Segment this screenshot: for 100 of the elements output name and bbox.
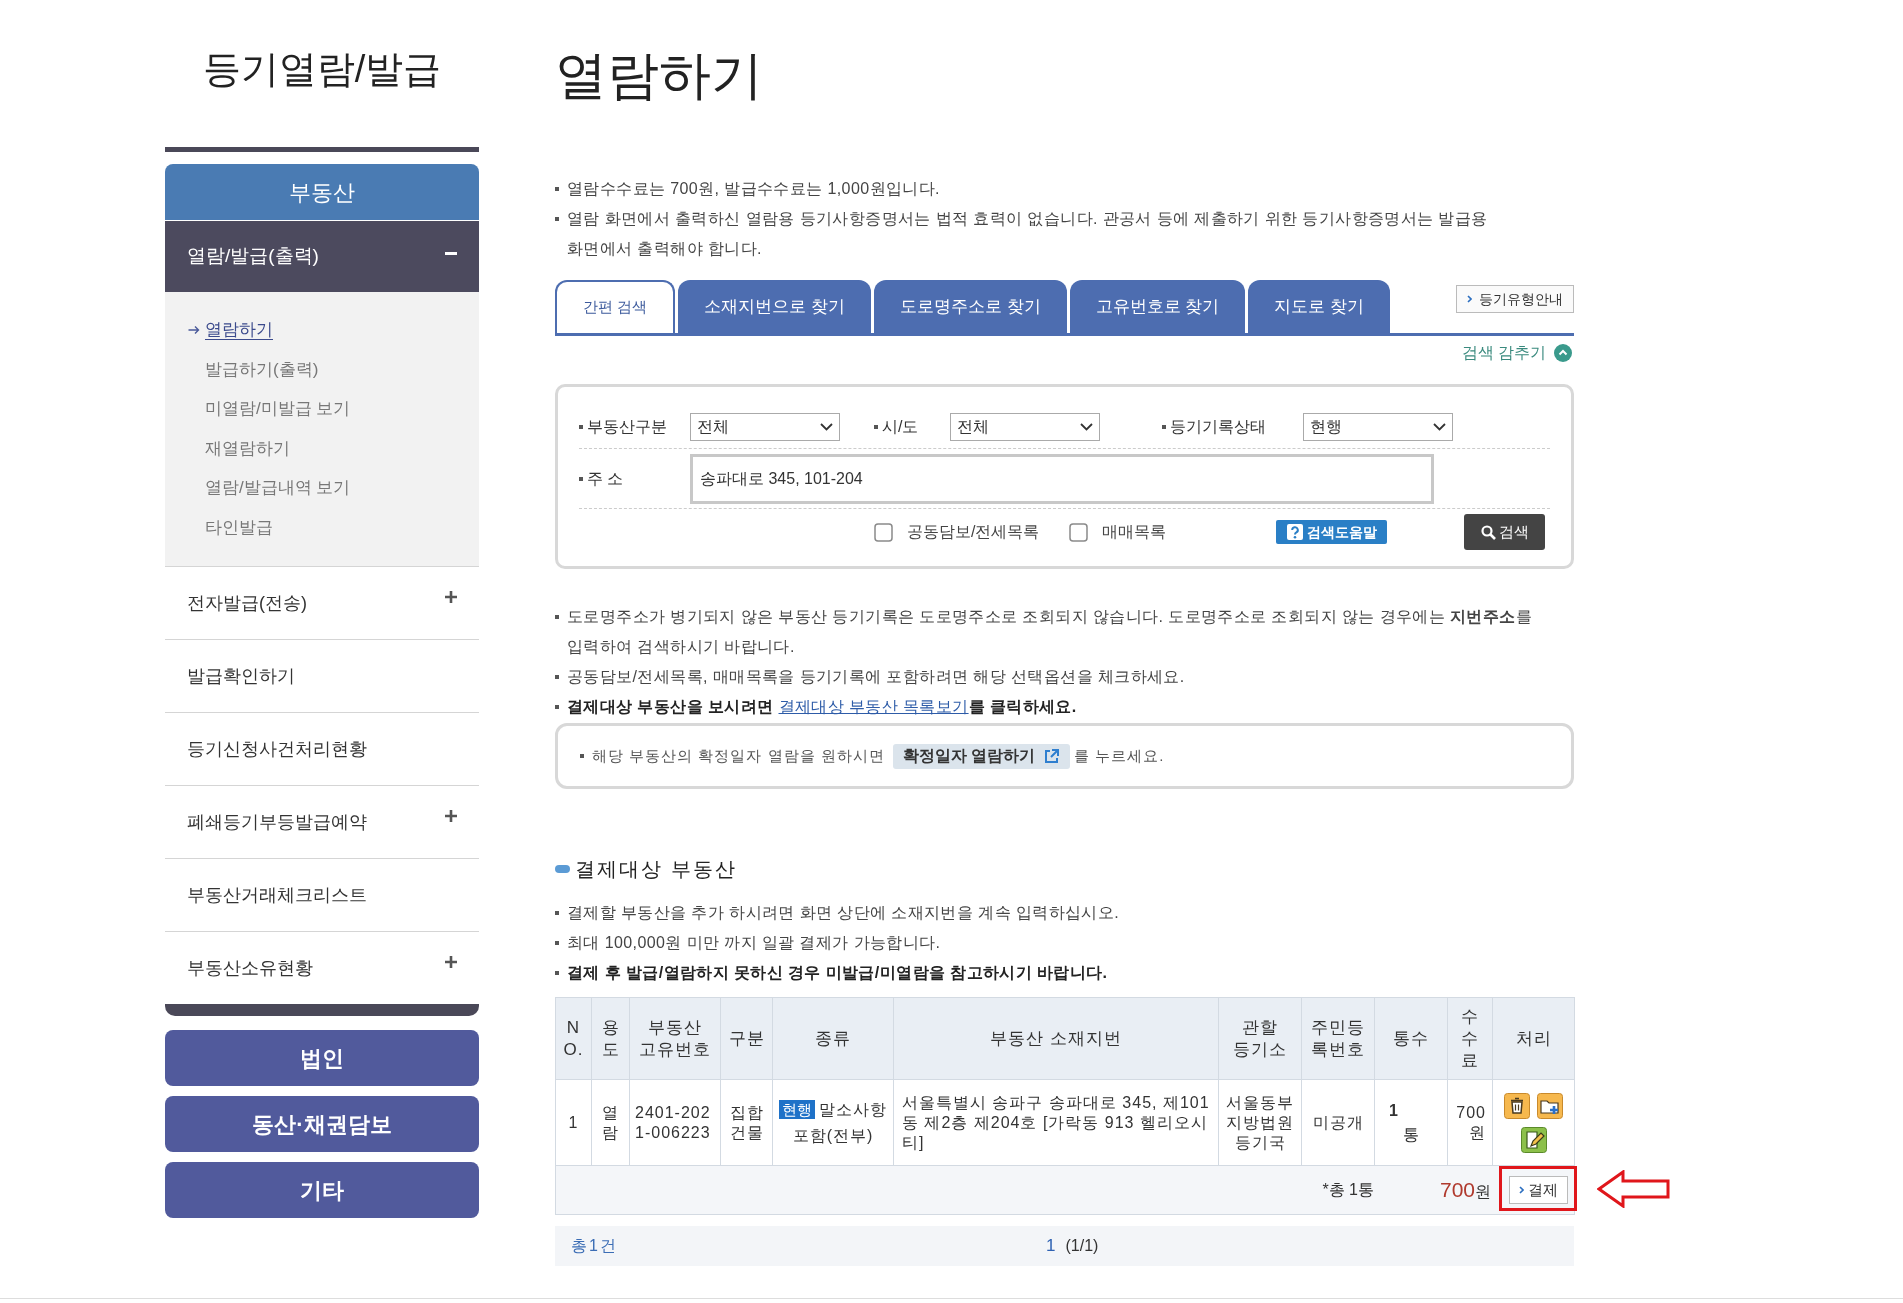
total-count: *총 1통 [1322, 1180, 1374, 1200]
notice-text: 결제대상 부동산을 보시려면 결제대상 부동산 목록보기 를 클릭하세요. [567, 697, 1077, 717]
column-header: 용도 [591, 997, 630, 1080]
confirm-date-button[interactable]: 확정일자 열람하기 [892, 743, 1071, 769]
submenu-link[interactable]: 열람/발급내역 보기 [205, 475, 351, 501]
tab[interactable]: 지도로 찾기 [1248, 280, 1391, 333]
help-button[interactable]: 검색도움말 [1276, 520, 1387, 544]
category-button[interactable]: 법인 [165, 1030, 479, 1086]
chevron-right-icon [1519, 1186, 1524, 1194]
category-button[interactable]: 동산·채권담보 [165, 1096, 479, 1152]
search-button[interactable]: 검색 [1464, 514, 1545, 550]
column-header: 관할 등기소 [1218, 997, 1302, 1080]
folder-plus-icon[interactable] [1537, 1092, 1563, 1119]
bullet-icon [555, 615, 559, 619]
plus-icon [445, 810, 457, 822]
section-title: 결제대상 부동산 [575, 857, 737, 882]
dropdown[interactable]: 전체 [950, 413, 1100, 441]
page-info: (1/1) [1065, 1236, 1099, 1256]
tab[interactable]: 도로명주소로 찾기 [873, 280, 1067, 333]
field-label: 시/도 [882, 417, 919, 437]
category-tab[interactable]: 부동산 [165, 164, 479, 220]
notice-text: 열람수수료는 700원, 발급수수료는 1,000원입니다. [567, 179, 940, 199]
table-cell: 서울동부지방법원등기국 [1218, 1079, 1302, 1166]
field-label: 등기기록상태 [1170, 417, 1266, 437]
chevron-down-icon [1080, 423, 1093, 431]
table-cell-text: 1 [1388, 1100, 1399, 1121]
external-link-icon [1043, 747, 1061, 765]
sidebar-title: 등기열람/발급 [201, 47, 443, 92]
menu-item[interactable]: 열람/발급(출력) [165, 221, 479, 292]
submenu-link[interactable]: 타인발급 [205, 514, 273, 540]
bullet-icon [555, 187, 559, 191]
left-arrow-icon [1597, 1170, 1670, 1208]
table-cell: 2401-2021-006223 [629, 1079, 721, 1166]
plus-icon [445, 956, 457, 968]
tab[interactable]: 간편 검색 [555, 280, 676, 333]
bullet-icon [555, 971, 559, 975]
chevron-right-icon [1467, 295, 1472, 303]
column-header: 부동산 소재지번 [893, 997, 1219, 1080]
trash-icon[interactable] [1504, 1092, 1530, 1119]
hide-search-button[interactable]: 검색 감추기 [1461, 340, 1574, 366]
total-amount: 700 [1439, 1177, 1475, 1204]
notice-text: 도로명주소가 병기되지 않은 부동산 등기기록은 도로명주소로 조회되지 않습니다. 도로명주소로 조회되지 않는 경우에는 지번주소를 입력하여 검색하시기 바랍니다. [567, 607, 1533, 657]
category-button[interactable]: 기타 [165, 1162, 479, 1218]
table-cell: 700원 [1447, 1079, 1493, 1166]
dropdown[interactable]: 현행 [1303, 413, 1453, 441]
address-input[interactable]: 송파대로 345, 101-204 [690, 454, 1434, 504]
table-cell: 통 [1402, 1124, 1420, 1145]
notice-text: 결제할 부동산을 추가 하시려면 화면 상단에 소재지번을 계속 입력하십시오. [567, 903, 1119, 923]
table-cell: 열람 [591, 1079, 630, 1166]
checkbox[interactable] [874, 522, 893, 542]
bullet-icon [555, 705, 559, 709]
table-cell: 서울특별시 송파구 송파대로 345, 제101동 제2층 제204호 [가락동 913 헬리오시티] [893, 1079, 1219, 1166]
field-label: 주 소 [587, 469, 624, 489]
pay-button[interactable]: 결제 [1509, 1176, 1568, 1204]
tab[interactable]: 소재지번으로 찾기 [678, 280, 871, 333]
field-label: 부동산구분 [587, 417, 667, 437]
arrow-icon [188, 324, 200, 335]
bullet-icon [579, 477, 583, 481]
column-header: 통수 [1374, 997, 1448, 1080]
bullet-icon [874, 425, 878, 429]
search-icon [1480, 524, 1496, 540]
bullet-icon [580, 754, 584, 758]
tab[interactable]: 고유번호로 찾기 [1069, 280, 1246, 333]
chevron-down-icon [1433, 423, 1446, 431]
chevron-up-icon [1554, 344, 1572, 362]
total-results: 총1건 [571, 1237, 618, 1254]
bullet-icon [555, 217, 559, 221]
page-link[interactable]: 1 [1046, 1233, 1056, 1259]
checkbox-label: 공동담보/전세목록 [907, 522, 1040, 542]
edit-icon[interactable] [1520, 1126, 1547, 1153]
column-header: 구분 [720, 997, 773, 1080]
table-cell: 현행 말소사항포함(전부) [772, 1079, 894, 1166]
table-cell: 1 [555, 1079, 592, 1166]
checkbox[interactable] [1069, 522, 1088, 542]
notice-text: 공동담보/전세목록, 매매목록을 등기기록에 포함하려면 해당 선택옵션을 체크하세요. [567, 667, 1185, 687]
chevron-down-icon [820, 423, 833, 431]
plus-icon [445, 591, 457, 603]
dropdown[interactable]: 전체 [690, 413, 840, 441]
submenu-link[interactable]: 발급하기(출력) [205, 356, 319, 382]
bullet-icon [579, 425, 583, 429]
bullet-icon [555, 941, 559, 945]
submenu-link[interactable]: 열람하기 [205, 317, 273, 343]
column-header: 수수료 [1447, 997, 1493, 1080]
column-header: 종류 [772, 997, 894, 1080]
submenu-link[interactable]: 미열람/미발급 보기 [205, 396, 351, 422]
checkbox-label: 매매목록 [1102, 522, 1166, 542]
table-cell: 집합건물 [720, 1079, 773, 1166]
notice-text: 최대 100,000원 미만 까지 일괄 결제가 가능합니다. [567, 933, 941, 953]
column-header: 부동산 고유번호 [629, 997, 721, 1080]
help-icon [1286, 524, 1303, 540]
bullet-icon [555, 675, 559, 679]
column-header: 주민등록번호 [1301, 997, 1375, 1080]
info-text: 를 누르세요. [1074, 745, 1165, 766]
submenu-link[interactable]: 재열람하기 [205, 435, 290, 461]
list-link[interactable]: 결제대상 부동산 목록보기 [778, 698, 969, 715]
table-cell: 미공개 [1301, 1079, 1375, 1166]
page-title: 열람하기 [555, 45, 764, 105]
bullet-icon [1162, 425, 1166, 429]
section-marker-icon [555, 865, 570, 873]
guide-button[interactable]: 등기유형안내 [1456, 285, 1574, 313]
